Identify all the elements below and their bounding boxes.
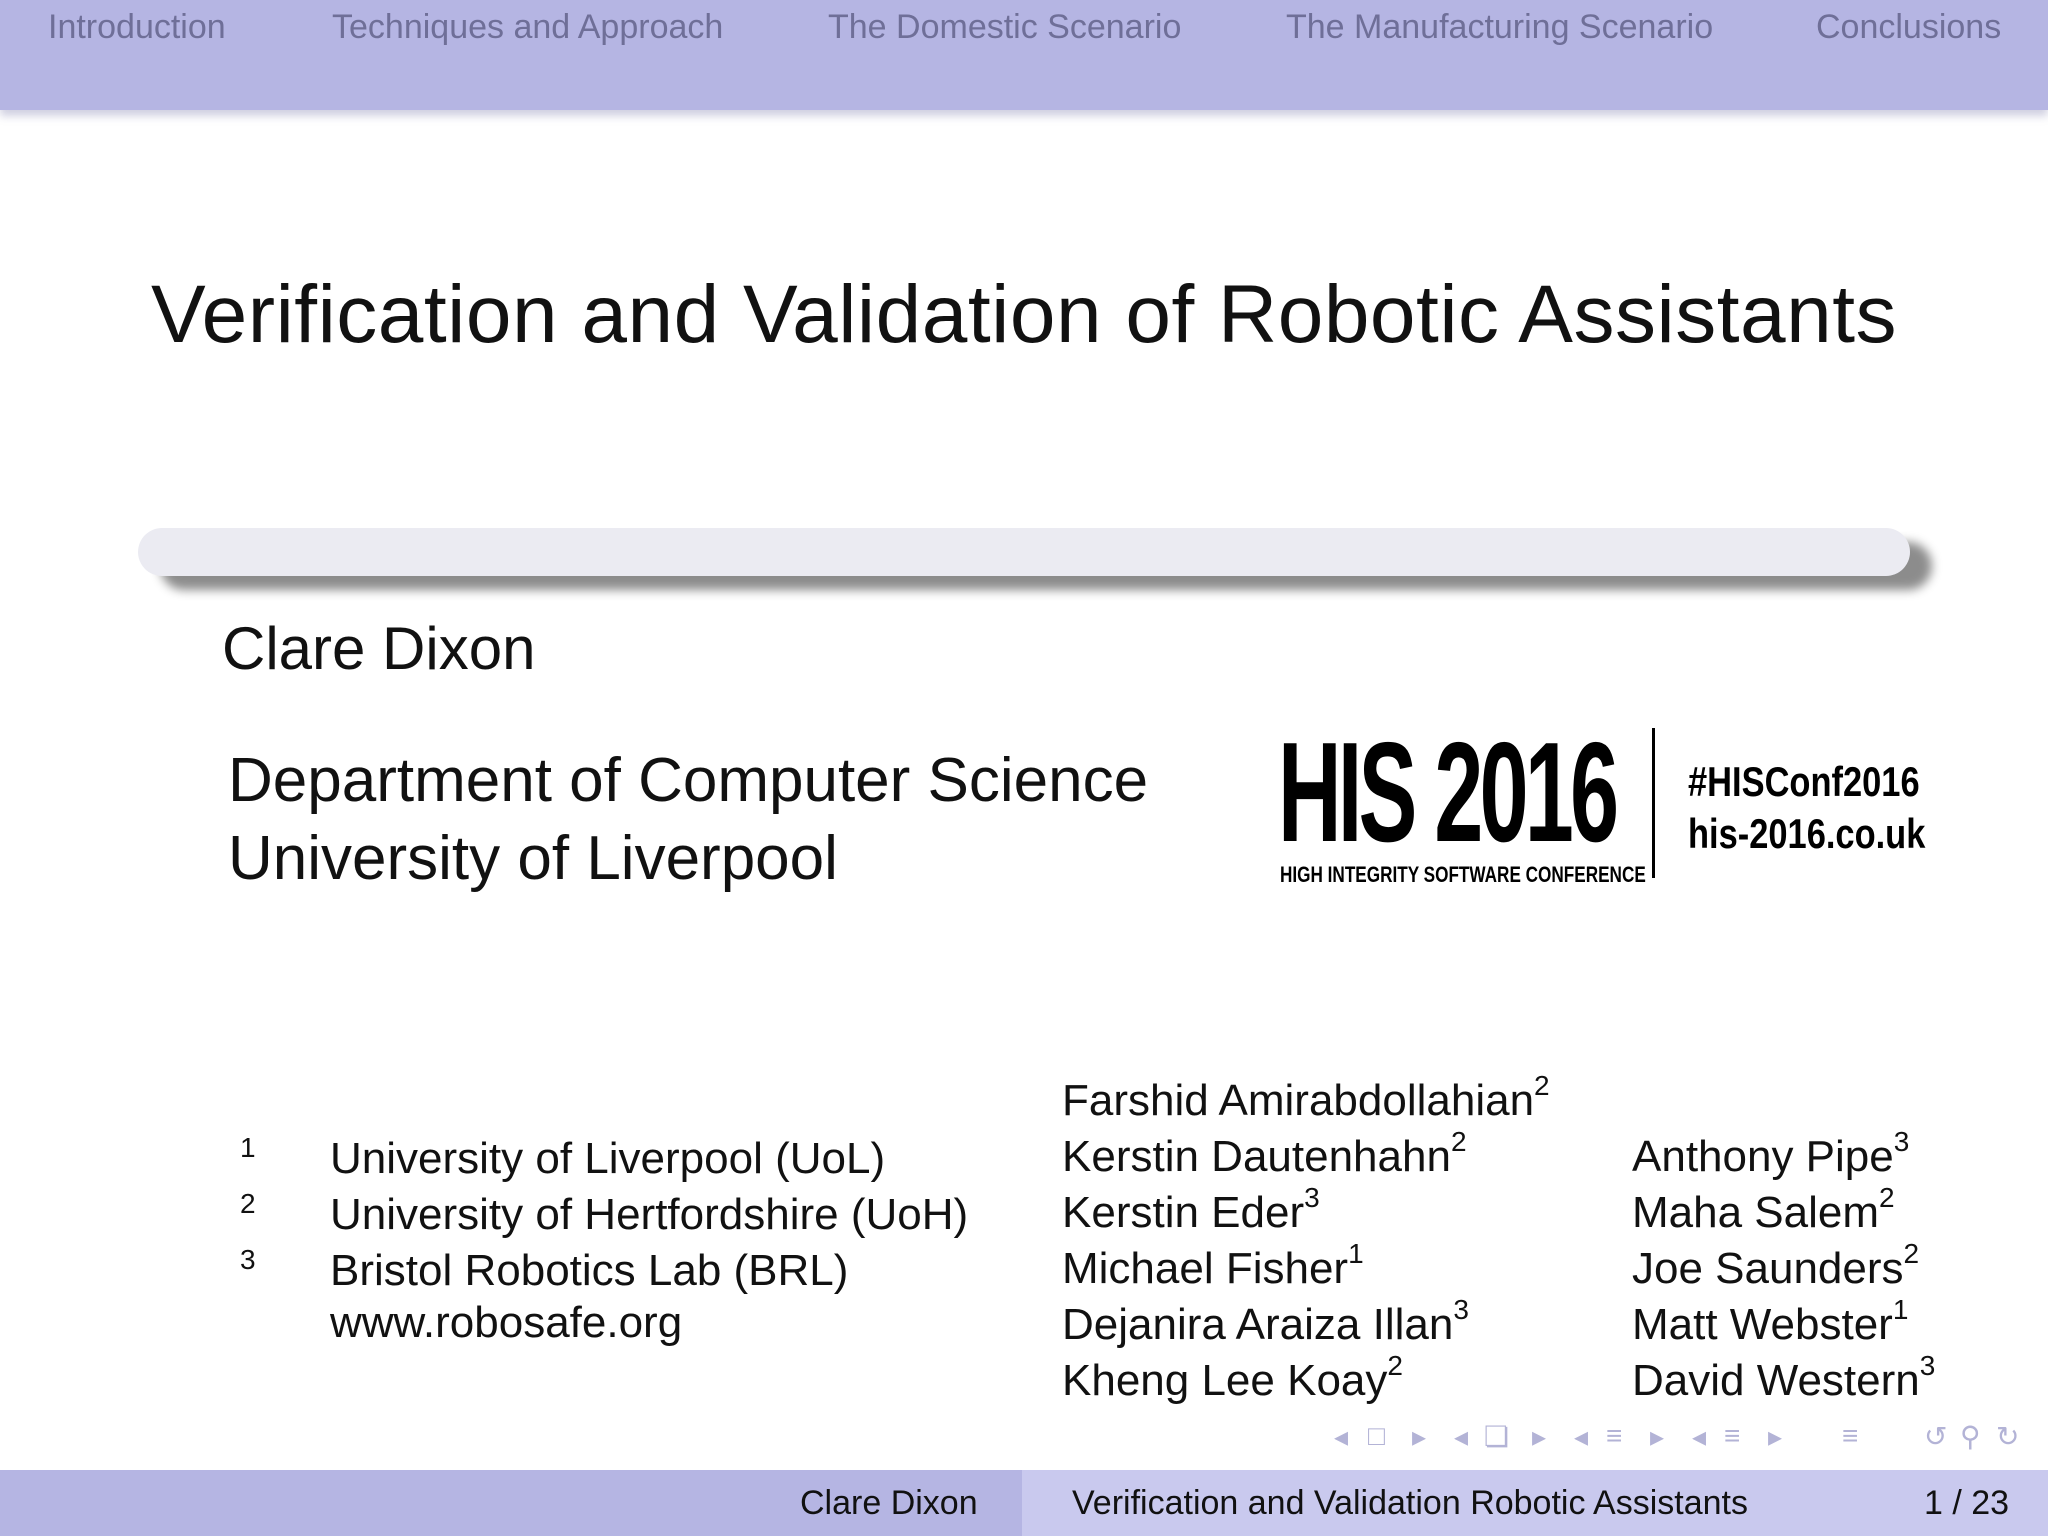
footer-short-title: Verification and Validation Robotic Assi… [1072, 1484, 1748, 1522]
subsection-list-forward-icon[interactable]: ▸ [1768, 1420, 1782, 1453]
nav-conclusions[interactable]: Conclusions [1816, 8, 2001, 47]
align-icon[interactable]: ≡ [1842, 1420, 1858, 1452]
collaborator: Maha Salem2 [1632, 1182, 1895, 1237]
undo-icon[interactable]: ↺ [1924, 1420, 1947, 1453]
logo-divider [1652, 728, 1655, 878]
subsection-icon[interactable]: ❏ [1484, 1420, 1509, 1453]
section-icon[interactable]: ≡ [1606, 1420, 1622, 1452]
logo-website: his-2016.co.uk [1688, 810, 1926, 857]
his-2016-logo: HIS 2016 HIGH INTEGRITY SOFTWARE CONFERE… [1278, 722, 1938, 888]
section-forward-icon[interactable]: ▸ [1650, 1420, 1664, 1453]
university-line: University of Liverpool [228, 824, 838, 893]
logo-hashtag: #HISConf2016 [1688, 758, 1920, 805]
logo-main-text: HIS 2016 [1278, 713, 1619, 872]
project-website: www.robosafe.org [330, 1298, 683, 1347]
subsection-forward-icon[interactable]: ▸ [1532, 1420, 1546, 1453]
collaborator: Farshid Amirabdollahian2 [1062, 1070, 1550, 1125]
search-icon[interactable]: ⚲ [1960, 1420, 1981, 1453]
subsection-list-back-icon[interactable]: ◂ [1692, 1420, 1706, 1453]
collaborator: Kerstin Eder3 [1062, 1182, 1320, 1237]
affiliation-number: 2 [240, 1188, 256, 1219]
author-name: Clare Dixon [222, 615, 536, 682]
collaborator: Michael Fisher1 [1062, 1238, 1364, 1293]
section-back-icon[interactable]: ◂ [1574, 1420, 1588, 1453]
subsection-back-icon[interactable]: ◂ [1454, 1420, 1468, 1453]
page-number: 1 / 23 [1924, 1484, 2010, 1522]
redo-icon[interactable]: ↻ [1996, 1420, 2019, 1453]
nav-domestic-scenario[interactable]: The Domestic Scenario [828, 8, 1181, 47]
collaborator: Kheng Lee Koay2 [1062, 1350, 1403, 1405]
slide-title: Verification and Validation of Robotic A… [151, 269, 1897, 360]
title-rule [138, 528, 1910, 576]
affiliation-name: University of Hertfordshire (UoH) [330, 1190, 969, 1239]
nav-manufacturing-scenario[interactable]: The Manufacturing Scenario [1286, 8, 1713, 47]
footer-author: Clare Dixon [800, 1484, 978, 1522]
affiliation-number: 1 [240, 1132, 256, 1163]
frame-forward-icon[interactable]: ▸ [1412, 1420, 1426, 1453]
collaborator: Dejanira Araiza Illan3 [1062, 1294, 1469, 1349]
collaborator: Anthony Pipe3 [1632, 1126, 1910, 1181]
frame-icon[interactable]: □ [1368, 1420, 1385, 1452]
nav-introduction[interactable]: Introduction [48, 8, 226, 47]
department-block: Department of Computer Science Universit… [228, 742, 1148, 898]
collaborator: Joe Saunders2 [1632, 1238, 1920, 1293]
logo-subtitle: HIGH INTEGRITY SOFTWARE CONFERENCE [1280, 862, 1646, 887]
affiliation-number: 3 [240, 1244, 256, 1275]
nav-techniques[interactable]: Techniques and Approach [332, 8, 723, 47]
collaborator: David Western3 [1632, 1350, 1936, 1405]
collaborator: Kerstin Dautenhahn2 [1062, 1126, 1467, 1181]
department-line: Department of Computer Science [228, 746, 1149, 815]
affiliation-name: Bristol Robotics Lab (BRL) [330, 1246, 849, 1295]
collaborator: Matt Webster1 [1632, 1294, 1909, 1349]
frame-back-icon[interactable]: ◂ [1334, 1420, 1348, 1453]
subsection-list-icon[interactable]: ≡ [1724, 1420, 1740, 1452]
affiliation-name: University of Liverpool (UoL) [330, 1134, 886, 1183]
section-navigation-bar: Introduction Techniques and Approach The… [0, 0, 2048, 110]
